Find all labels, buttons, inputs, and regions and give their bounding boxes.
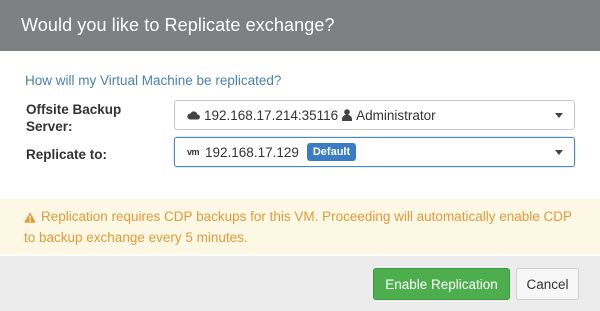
cdp-warning-alert: Replication requires CDP backups for thi…: [0, 199, 600, 254]
backup-server-select[interactable]: 192.168.17.214:35116 Administrator: [174, 100, 575, 130]
backup-server-user: Administrator: [356, 107, 436, 123]
dialog-header: Would you like to Replicate exchange?: [0, 0, 600, 51]
chevron-down-icon: [555, 150, 563, 155]
replicate-to-select[interactable]: vm 192.168.17.129 Default: [174, 137, 575, 167]
replication-question: How will my Virtual Machine be replicate…: [25, 73, 282, 88]
chevron-down-icon: [555, 113, 563, 118]
cloud-icon: [187, 110, 200, 120]
alert-text: Replication requires CDP backups for thi…: [24, 209, 572, 245]
vm-icon: vm: [187, 147, 200, 157]
backup-server-label: Offsite Backup Server:: [26, 101, 121, 135]
backup-server-label-line2: Server:: [26, 119, 73, 134]
backup-server-address: 192.168.17.214:35116: [204, 107, 339, 123]
backup-server-label-line1: Offsite Backup: [26, 102, 122, 117]
replicate-dialog: Would you like to Replicate exchange? Ho…: [0, 0, 600, 311]
dialog-title: Would you like to Replicate exchange?: [21, 15, 335, 35]
dialog-footer: Enable Replication Cancel: [0, 256, 600, 311]
user-icon: [342, 109, 353, 121]
enable-replication-button[interactable]: Enable Replication: [373, 268, 510, 300]
dialog-body: How will my Virtual Machine be replicate…: [0, 51, 600, 254]
default-badge: Default: [306, 143, 357, 161]
replicate-target-address: 192.168.17.129: [205, 144, 299, 160]
warning-icon: [24, 209, 36, 228]
cancel-button[interactable]: Cancel: [516, 268, 579, 300]
replicate-to-label: Replicate to:: [26, 147, 108, 162]
